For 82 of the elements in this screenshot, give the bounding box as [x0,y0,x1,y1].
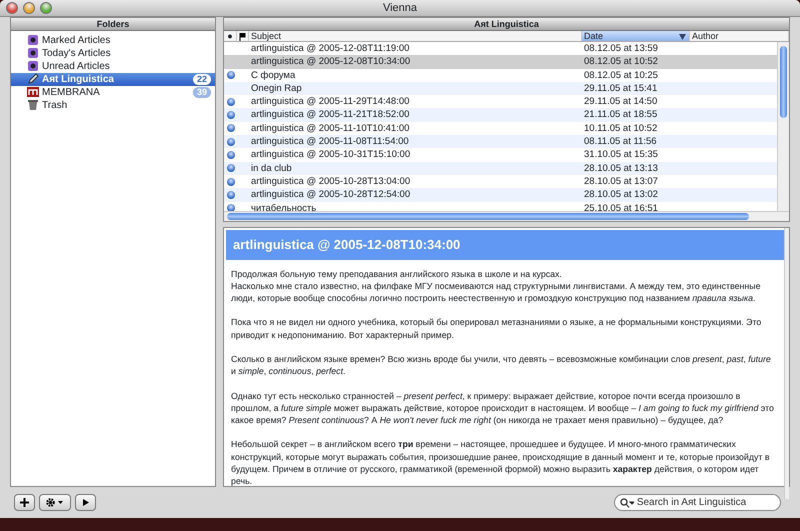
paragraph: Однако тут есть несколько странностей – present perfect, к примеру: выражает действие, которое почти всегда произошло в прошлом, а future simple может выражать действие, которое происходит в настоящем. И вообще – I am going to fuck my girlfriend это какое время? Present continuous? А He won't never fuck me right (он никогда не трахает меня правильно) – будущее, да? [231,390,775,426]
unread-count: 22 [192,74,211,84]
sort-arrow-icon [679,34,686,40]
paragraph: Продолжая больную тему преподавания английского языка в школе и на курсах. [231,268,563,280]
subject-text: читабельность [251,202,316,214]
subject-text: artlinguistica @ 2005-11-08T11:54:00 [251,136,409,148]
article-row[interactable]: С форума 08.12.05 at 10:25 [224,68,777,82]
column-header[interactable] [237,31,249,41]
smart-folder-icon [27,60,39,72]
trash-icon [27,99,39,111]
subject-text: С форума [251,70,296,81]
action-menu-button[interactable] [39,494,71,511]
article-row[interactable]: artlinguistica @ 2005-11-10T10:41:00 10.11.05 at 10:52 [224,122,777,136]
folder-item[interactable]: Today's Articles [11,46,215,60]
date-text: 29.11.05 at 14:50 [584,96,658,108]
paragraph: Сколько в английском языке времен? Всю жизнь вроде бы учили, что девять – всевозможные комбинации слов present, past, future и simple, continuous, perfect. [231,353,772,378]
play-button[interactable] [75,494,96,511]
date-text: 29.11.05 at 15:41 [584,82,658,94]
subject-text: artlinguistica @ 2005-11-10T10:41:00 [251,122,410,134]
folder-item[interactable]: Aяt Linguistica 22 [11,72,215,86]
gear-icon [45,497,65,508]
subject-text: Onegin Rap [251,82,302,94]
subject-text: artlinguistica @ 2005-11-29T14:48:00 [251,96,410,108]
date-text: 21.11.05 at 18:55 [584,109,658,120]
subject-text: artlinguistica @ 2005-10-28T13:04:00 [251,176,410,187]
article-row[interactable]: artlinguistica @ 2005-11-08T11:54:00 08.11.05 at 11:56 [224,135,777,148]
subject-text: artlinguistica @ 2005-12-08T11:19:00 [251,43,410,54]
folder-item[interactable]: MEMBRANA 39 [11,86,215,98]
article-row[interactable]: artlinguistica @ 2005-10-28T12:54:00 28.10.05 at 13:02 [224,188,777,202]
article-row[interactable]: in da club 28.10.05 at 13:13 [224,162,777,175]
add-button[interactable] [14,494,35,511]
date-text: 08.11.05 at 11:56 [584,136,657,148]
search-field[interactable]: Search in Aяt Linguistica [614,494,781,511]
subject-text: artlinguistica @ 2005-12-08T10:34:00 [251,56,410,68]
column-header[interactable]: Author [690,31,789,41]
article-row[interactable]: artlinguistica @ 2005-10-31T15:10:00 31.10.05 at 15:35 [224,148,777,162]
paragraph: Насколько мне стало известно, на филфаке МГУ посмеиваются над структурными лингвистами. А между тем, это единственные люди, которые вообще способны логично построить неестественную и громоздкую конструкцию под названием правила языка. [231,280,762,304]
pane-header: Aяt Linguistica [474,19,539,29]
window-title: Vienna [382,2,418,14]
date-text: 28.10.05 at 13:13 [584,162,658,174]
pencil-icon [27,73,39,85]
article-row[interactable]: artlinguistica @ 2005-11-29T14:48:00 29.11.05 at 14:50 [224,95,777,108]
zoom-button[interactable] [40,2,52,14]
scrollbar[interactable] [784,228,789,500]
subject-text: artlinguistica @ 2005-10-31T15:10:00 [251,149,410,160]
subject-text: in da club [251,162,292,174]
column-header[interactable]: ● [224,31,237,41]
article-row[interactable]: Onegin Rap 29.11.05 at 15:41 [224,82,777,96]
date-text: 28.10.05 at 13:02 [584,189,658,200]
plus-icon [19,497,30,508]
scrollbar[interactable] [224,210,789,222]
unread-count: 39 [192,86,211,98]
date-text: 25.10.05 at 16:51 [584,202,658,214]
smart-folder-icon [27,34,39,46]
search-icon [620,498,634,508]
article-row[interactable]: artlinguistica @ 2005-12-08T10:34:00 08.12.05 at 10:52 [224,55,777,69]
subject-text: artlinguistica @ 2005-10-28T12:54:00 [251,189,410,200]
close-button[interactable] [6,2,18,14]
subject-text: artlinguistica @ 2005-11-21T18:52:00 [251,109,410,120]
folder-item[interactable]: Unread Articles [11,60,215,72]
scrollbar[interactable] [777,42,789,211]
paragraph: Небольшой секрет – в английском всего три времени – настоящее, прошедшее и будущее. И много-много грамматических конструкций, которые могут выражать события, произошедшие ранее, происходящие в данный момент и те, которые произойдут в будущем. Причем в отличие от русского, грамматикой (временной формой) можно выразить характер действия, о котором идет речь. [231,438,770,488]
article-title: artlinguistica @ 2005-12-08T10:34:00 [226,230,784,260]
date-text: 28.10.05 at 13:07 [584,176,658,187]
date-text: 08.12.05 at 10:52 [584,56,658,68]
column-header[interactable]: Date [582,31,690,41]
date-text: 08.12.05 at 10:25 [584,70,658,81]
minimize-button[interactable] [23,2,35,14]
play-icon [80,497,91,508]
date-text: 08.12.05 at 13:59 [584,43,658,54]
flag-icon [239,32,246,41]
date-text: 31.10.05 at 15:35 [584,149,658,160]
article-row[interactable]: artlinguistica @ 2005-10-28T13:04:00 28.10.05 at 13:07 [224,174,777,188]
letter-icon [27,86,39,98]
date-text: 10.11.05 at 10:52 [584,122,658,134]
pane-header: Folders [96,19,130,29]
article-row[interactable]: artlinguistica @ 2005-12-08T11:19:00 08.12.05 at 13:59 [224,42,777,56]
paragraph: Пока что я не видел ни одного учебника, который бы оперировал метазнаниями о языке, а не формальными конструкциями. Это приводит к недопониманию. Вот характерный пример. [231,316,762,341]
article-row[interactable]: artlinguistica @ 2005-11-21T18:52:00 21.11.05 at 18:55 [224,108,777,122]
folder-item[interactable]: Marked Articles [11,34,215,46]
folder-item[interactable]: Trash [11,98,215,112]
smart-folder-icon [27,47,39,59]
